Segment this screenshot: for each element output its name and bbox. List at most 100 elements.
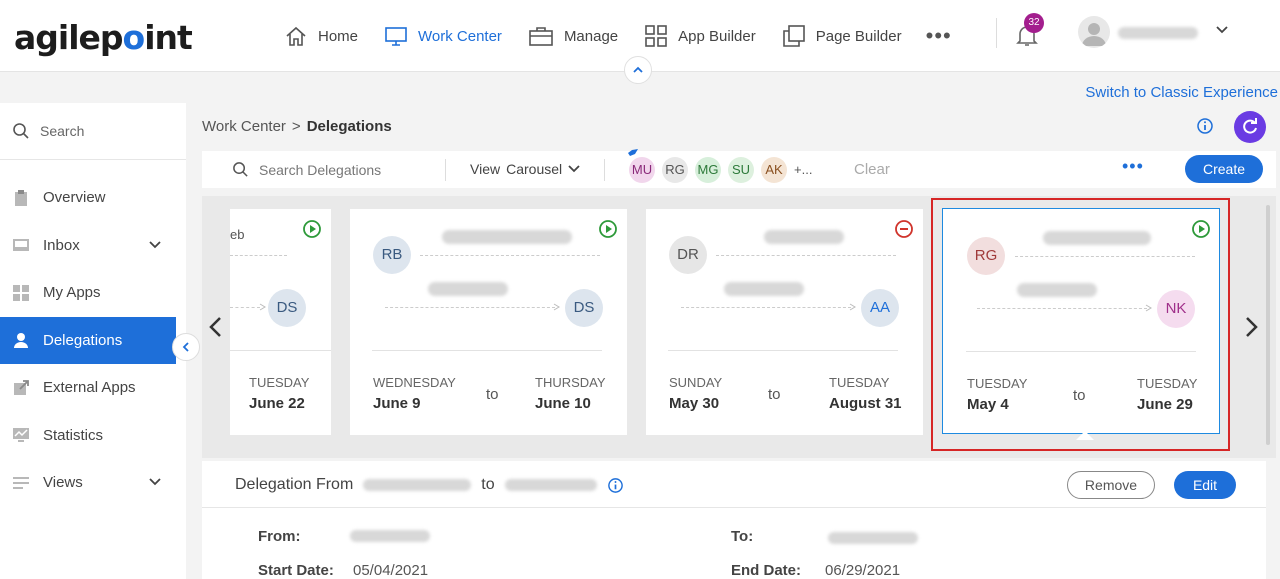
breadcrumb-work-center[interactable]: Work Center: [202, 118, 286, 135]
chevron-down-icon[interactable]: [1214, 22, 1230, 38]
start-day: SUNDAY: [669, 375, 723, 390]
nav-work-center[interactable]: Work Center: [384, 25, 502, 47]
delegate-avatar: DS: [268, 289, 306, 327]
end-date: June 29: [1137, 396, 1193, 413]
nav-manage[interactable]: Manage: [528, 25, 618, 47]
chevron-down-icon[interactable]: [148, 238, 162, 252]
card-divider: [668, 350, 898, 351]
main-nav: Home Work Center Manage App Builder Page…: [284, 0, 952, 72]
detail-title: Delegation From to: [235, 476, 624, 494]
delegate-name-redacted: [1017, 283, 1097, 297]
more-options-button[interactable]: •••: [1122, 156, 1144, 177]
end-date: June 22: [249, 395, 305, 412]
delegator-name-redacted: [1043, 231, 1151, 245]
delegation-card[interactable]: RB DS WEDNESDAY June 9 to THURSDAY June …: [350, 209, 627, 435]
arrow-right-icon: [849, 303, 856, 311]
delegate-name-redacted: [724, 282, 804, 296]
connector-line: [230, 307, 260, 308]
user-chip[interactable]: MU: [629, 157, 655, 183]
start-date-value: 05/04/2021: [353, 562, 429, 579]
sidebar-item-views[interactable]: Views: [0, 459, 186, 507]
selected-card-pointer: [1076, 431, 1094, 440]
breadcrumb-current: Delegations: [306, 118, 392, 135]
chevron-right-icon[interactable]: [1242, 316, 1260, 338]
sidebar-item-label: Statistics: [43, 426, 104, 444]
sidebar-search-placeholder: Search: [40, 123, 85, 139]
sidebar-collapse-button[interactable]: [172, 333, 200, 361]
end-day: TUESDAY: [1137, 376, 1198, 391]
delegation-card[interactable]: DR AA SUNDAY May 30 to TUESDAY August 31: [646, 209, 923, 435]
nav-page-builder[interactable]: Page Builder: [782, 25, 902, 47]
nav-page-builder-label: Page Builder: [815, 27, 902, 45]
collapse-header-button[interactable]: [624, 56, 652, 84]
connector-line: [385, 307, 555, 308]
start-date-label: Start Date:: [258, 562, 334, 579]
play-icon: [1192, 220, 1210, 238]
from-user-redacted: [363, 479, 472, 491]
search-delegations-input[interactable]: Search Delegations: [232, 161, 381, 178]
sidebar-item-external-apps[interactable]: External Apps: [0, 364, 186, 412]
start-day: TUESDAY: [967, 376, 1028, 391]
start-date: May 4: [967, 396, 1009, 413]
delegate-avatar: NK: [1157, 290, 1195, 328]
detail-header: Delegation From to Remove Edit: [202, 461, 1266, 508]
card-divider: [966, 351, 1196, 352]
nav-more-menu[interactable]: •••: [926, 23, 952, 49]
user-chip[interactable]: RG: [662, 157, 688, 183]
create-button[interactable]: Create: [1185, 155, 1263, 183]
chevron-left-icon[interactable]: [207, 316, 225, 338]
sidebar-item-label: My Apps: [43, 284, 101, 302]
delegations-toolbar: Search Delegations View Carousel MU RG M…: [202, 149, 1276, 188]
delegation-card[interactable]: eb DS TUESDAY June 22: [230, 209, 331, 435]
sidebar-item-statistics[interactable]: Statistics: [0, 412, 186, 460]
delegator-avatar: RG: [967, 237, 1005, 275]
sidebar-item-overview[interactable]: Overview: [0, 174, 186, 222]
search-icon: [13, 123, 29, 139]
to-label: to: [1073, 387, 1086, 404]
delegator-avatar: DR: [669, 236, 707, 274]
to-label: to: [768, 386, 781, 403]
clear-filter-button[interactable]: Clear: [854, 161, 890, 178]
sidebar-search[interactable]: Search: [0, 103, 186, 160]
info-icon[interactable]: [607, 477, 624, 494]
sidebar-item-delegations[interactable]: Delegations: [0, 316, 176, 364]
user-name-redacted: [1118, 27, 1198, 39]
delegator-avatar: RB: [373, 236, 411, 274]
play-icon: [303, 220, 321, 238]
connector-line: [420, 255, 600, 256]
list-icon: [12, 474, 30, 492]
refresh-button[interactable]: [1234, 111, 1266, 143]
chevron-down-icon[interactable]: [148, 475, 162, 489]
delegation-card-selected[interactable]: RG NK TUESDAY May 4 to TUESDAY June 29: [942, 208, 1220, 434]
chevron-up-icon: [633, 66, 643, 73]
info-icon[interactable]: [1196, 117, 1214, 135]
edit-button[interactable]: Edit: [1174, 471, 1236, 499]
card-divider: [230, 350, 331, 351]
agilepoint-logo[interactable]: agilepoint: [14, 18, 193, 57]
user-chip[interactable]: AK: [761, 157, 787, 183]
nav-app-builder-label: App Builder: [678, 27, 756, 45]
to-label: To:: [731, 528, 754, 545]
sidebar-item-inbox[interactable]: Inbox: [0, 222, 186, 270]
detail-to-text: to: [481, 476, 495, 493]
more-users-chip[interactable]: +...: [794, 157, 812, 183]
nav-app-builder[interactable]: App Builder: [644, 25, 756, 47]
refresh-icon: [1243, 118, 1257, 134]
view-label: View: [470, 161, 501, 177]
remove-button[interactable]: Remove: [1067, 471, 1155, 499]
nav-home[interactable]: Home: [284, 25, 358, 47]
stop-icon: [895, 220, 913, 238]
pages-icon: [782, 25, 805, 47]
notification-badge: 32: [1024, 13, 1044, 33]
user-chip[interactable]: MG: [695, 157, 721, 183]
user-chip[interactable]: SU: [728, 157, 754, 183]
sidebar-item-my-apps[interactable]: My Apps: [0, 269, 186, 317]
sidebar: Search Overview Inbox My Apps Delegation…: [0, 103, 186, 579]
switch-classic-link[interactable]: Switch to Classic Experience: [1085, 84, 1278, 101]
vertical-scrollbar[interactable]: [1266, 205, 1270, 445]
avatar[interactable]: [1078, 16, 1110, 48]
statistics-icon: [12, 426, 30, 444]
view-selector[interactable]: View Carousel: [470, 161, 580, 177]
toolbar-divider: [445, 159, 446, 181]
arrow-right-icon: [259, 303, 266, 311]
